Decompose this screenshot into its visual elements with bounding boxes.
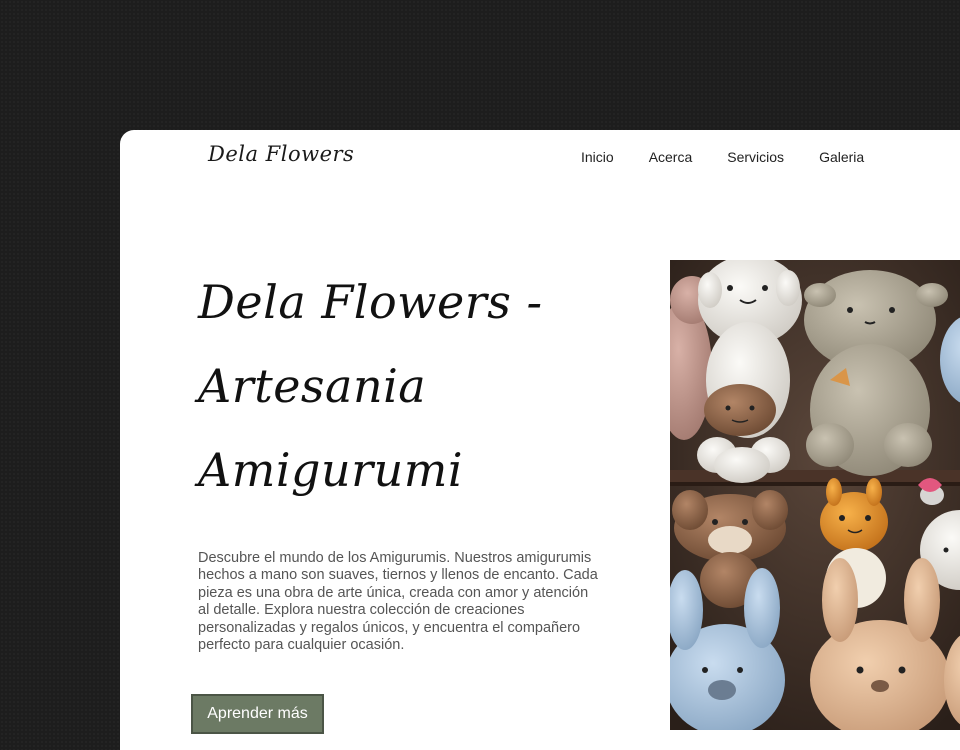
- nav-item-inicio[interactable]: Inicio: [581, 149, 614, 165]
- nav-item-galeria[interactable]: Galeria: [819, 149, 864, 165]
- hero-title: Dela Flowers - Artesania Amigurumi: [198, 275, 543, 497]
- website-card: Dela Flowers Inicio Acerca Servicios Gal…: [120, 130, 960, 750]
- amigurumi-illustration: [670, 260, 960, 730]
- nav-item-acerca[interactable]: Acerca: [649, 149, 693, 165]
- amigurumi-photo: [670, 260, 960, 730]
- nav-item-servicios[interactable]: Servicios: [727, 149, 784, 165]
- learn-more-button[interactable]: Aprender más: [191, 694, 324, 734]
- site-logo[interactable]: Dela Flowers: [208, 142, 354, 166]
- main-nav: Inicio Acerca Servicios Galeria: [581, 149, 899, 165]
- hero-description: Descubre el mundo de los Amigurumis. Nue…: [198, 550, 598, 654]
